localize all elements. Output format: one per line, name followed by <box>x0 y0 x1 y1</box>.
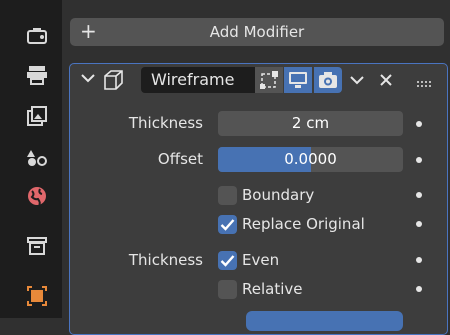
world-tab-icon[interactable] <box>25 184 49 208</box>
render-tab-icon[interactable] <box>25 63 49 87</box>
plus-icon: + <box>80 19 97 43</box>
monitor-icon <box>289 72 307 88</box>
relative-label: Relative <box>242 280 303 298</box>
object-tab-icon[interactable] <box>25 284 49 308</box>
offset-slider[interactable]: 0.0000 <box>218 147 403 172</box>
scene-tab-icon[interactable] <box>25 145 49 169</box>
properties-tab-strip <box>0 0 62 318</box>
modifier-menu-dropdown[interactable] <box>344 67 370 93</box>
collapse-chevron-icon[interactable] <box>80 70 96 90</box>
boundary-label: Boundary <box>242 186 315 204</box>
modifier-name-field[interactable]: Wireframe <box>141 67 255 93</box>
realtime-viewport-toggle[interactable] <box>284 67 312 93</box>
replace-original-label: Replace Original <box>242 215 365 233</box>
add-modifier-label: Add Modifier <box>209 23 305 41</box>
close-icon <box>380 74 392 86</box>
add-modifier-button[interactable]: + Add Modifier <box>70 18 444 46</box>
boundary-keyframe-dot[interactable] <box>416 192 422 198</box>
tool-tab-icon[interactable] <box>25 24 49 48</box>
offset-keyframe-dot[interactable] <box>416 157 422 163</box>
thickness-label: Thickness <box>128 114 203 132</box>
chevron-down-icon <box>350 76 364 85</box>
even-keyframe-dot[interactable] <box>416 257 422 263</box>
camera-icon <box>319 72 337 88</box>
render-toggle[interactable] <box>314 67 342 93</box>
relative-checkbox[interactable] <box>218 280 237 299</box>
edit-mode-icon <box>260 71 278 89</box>
collection-tab-icon[interactable] <box>25 234 49 258</box>
replace-original-checkbox[interactable] <box>218 215 237 234</box>
relative-keyframe-dot[interactable] <box>416 286 422 292</box>
offset-label: Offset <box>157 150 203 168</box>
drag-grip-icon[interactable] <box>417 75 433 93</box>
offset-value: 0.0000 <box>284 150 337 168</box>
remove-modifier-button[interactable] <box>374 67 398 93</box>
even-checkbox[interactable] <box>218 251 237 270</box>
crease-edges-toggle[interactable] <box>246 311 403 331</box>
replace-original-keyframe-dot[interactable] <box>416 221 422 227</box>
thickness-value: 2 cm <box>291 114 330 132</box>
thickness-keyframe-dot[interactable] <box>416 121 422 127</box>
thickness-field[interactable]: 2 cm <box>218 111 403 136</box>
output-tab-icon[interactable] <box>25 104 49 128</box>
checkmark-icon <box>220 219 235 231</box>
checkmark-icon <box>220 255 235 267</box>
even-label: Even <box>242 251 280 269</box>
thickness-options-label: Thickness <box>128 251 203 269</box>
wireframe-modifier-icon <box>102 69 124 95</box>
edit-mode-toggle[interactable] <box>255 67 283 93</box>
boundary-checkbox[interactable] <box>218 186 237 205</box>
